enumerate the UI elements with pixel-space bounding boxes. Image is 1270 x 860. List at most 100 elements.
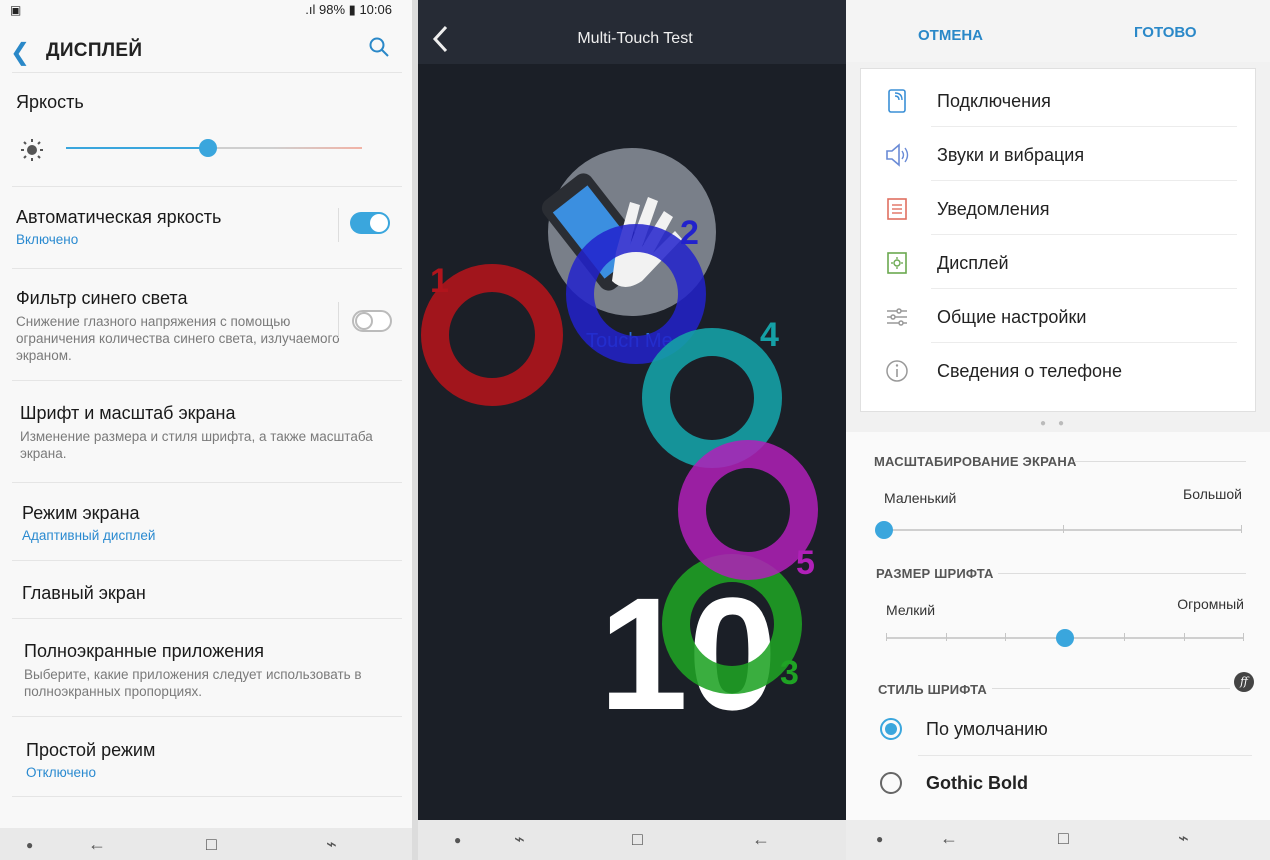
menu-item-label: Сведения о телефоне	[937, 361, 1122, 381]
font-size-thumb[interactable]	[1056, 629, 1074, 647]
font-settings-screen: ОТМЕНА ГОТОВО Подключения Звуки и вибрац…	[846, 0, 1270, 860]
brightness-icon	[20, 138, 44, 167]
touch-label: 1	[430, 262, 449, 300]
blue-light-filter-toggle[interactable]	[352, 310, 392, 332]
fullscreen-apps-title: Полноэкранные приложения	[24, 641, 265, 661]
back-nav-icon[interactable]: ←	[940, 828, 958, 849]
font-size-tick	[1184, 633, 1185, 641]
brightness-thumb[interactable]	[199, 139, 218, 157]
back-nav-icon[interactable]: ←	[88, 834, 106, 855]
menu-item-label: Звуки и вибрация	[937, 145, 1085, 165]
done-button[interactable]: ГОТОВО	[1134, 24, 1197, 41]
radio-button-unselected[interactable]	[880, 772, 902, 794]
fullscreen-apps-item[interactable]: Полноэкранные приложения Выберите, какие…	[24, 641, 398, 700]
battery-icon: ▮	[348, 2, 356, 17]
font-and-zoom-subtitle: Изменение размера и стиля шрифта, а такж…	[20, 429, 373, 461]
menu-item-notifications[interactable]: Уведомления	[861, 181, 1255, 235]
divider	[12, 186, 402, 187]
home-nav-icon[interactable]: □	[206, 834, 217, 855]
font-size-slider[interactable]	[886, 628, 1244, 648]
page-title: ДИСПЛЕЙ	[46, 40, 143, 61]
zoom-thumb[interactable]	[875, 521, 893, 539]
radio-dot	[885, 723, 897, 735]
font-size-section-header: РАЗМЕР ШРИФТА	[876, 566, 994, 581]
toggle-knob	[370, 214, 388, 232]
font-style-section-header: СТИЛЬ ШРИФТА	[878, 682, 988, 697]
auto-brightness-title: Автоматическая яркость	[16, 207, 222, 227]
touch-point-5: 5	[678, 440, 818, 582]
info-icon	[886, 360, 908, 382]
zoom-slider[interactable]	[875, 520, 1242, 540]
easy-mode-item[interactable]: Простой режим Отключено	[26, 740, 390, 780]
divider	[12, 560, 402, 561]
radio-button-selected[interactable]	[880, 718, 902, 740]
nav-dot-icon[interactable]: ●	[876, 832, 883, 846]
toggle-knob	[355, 312, 373, 330]
nav-dot-icon[interactable]: ●	[26, 838, 33, 852]
action-bar: ОТМЕНА ГОТОВО	[846, 0, 1270, 62]
back-button[interactable]: ❮	[10, 38, 30, 67]
divider	[998, 573, 1246, 574]
menu-item-label: Подключения	[937, 91, 1051, 111]
divider	[1074, 461, 1246, 462]
download-fonts-icon[interactable]: ff	[1234, 672, 1254, 692]
touch-label: 2	[680, 214, 699, 252]
blue-light-filter-item[interactable]: Фильтр синего света Снижение глазного на…	[16, 288, 340, 364]
menu-item-label: Дисплей	[937, 253, 1009, 273]
font-size-max-label: Огромный	[1177, 596, 1244, 612]
font-size-tick	[886, 633, 887, 641]
page-indicator: ●●	[1039, 418, 1077, 429]
touch-label: 5	[796, 544, 815, 582]
brightness-label: Яркость	[16, 92, 84, 112]
home-nav-icon[interactable]: □	[1058, 828, 1069, 849]
screen-mode-item[interactable]: Режим экрана Адаптивный дисплей	[22, 503, 390, 543]
recents-nav-icon[interactable]: ⌁	[326, 834, 337, 855]
touch-label: 3	[780, 654, 799, 692]
divider	[12, 482, 402, 483]
search-icon[interactable]	[368, 36, 390, 63]
menu-item-display[interactable]: Дисплей	[861, 235, 1255, 289]
touch-canvas[interactable]: Touch Me 10 1 2 3 4 5	[418, 64, 852, 824]
signal-icon: .ıl	[305, 2, 316, 17]
home-screen-item[interactable]: Главный экран	[22, 583, 390, 604]
zoom-tick	[1063, 525, 1064, 533]
cancel-button[interactable]: ОТМЕНА	[918, 27, 983, 44]
app-bar: Multi-Touch Test	[418, 0, 852, 64]
connections-icon	[888, 89, 906, 113]
divider	[12, 618, 402, 619]
screen-mode-title: Режим экрана	[22, 503, 140, 523]
menu-item-general[interactable]: Общие настройки	[861, 289, 1255, 343]
font-size-min-label: Мелкий	[886, 602, 936, 618]
divider	[12, 716, 402, 717]
auto-brightness-toggle[interactable]	[350, 212, 390, 234]
divider	[12, 380, 402, 381]
easy-mode-status: Отключено	[26, 765, 96, 780]
menu-item-about-phone[interactable]: Сведения о телефоне	[861, 343, 1255, 397]
font-and-zoom-item[interactable]: Шрифт и масштаб экрана Изменение размера…	[20, 403, 390, 462]
nav-dot-icon[interactable]: ●	[454, 833, 461, 847]
back-nav-icon[interactable]: ←	[752, 829, 770, 850]
touch-ring	[678, 440, 818, 580]
display-settings-screen: ▣ .ıl 98% ▮ 10:06 ❮ ДИСПЛЕЙ Яркость Авто…	[0, 0, 412, 860]
clock: 10:06	[359, 2, 392, 17]
recents-nav-icon[interactable]: ⌁	[1178, 828, 1189, 849]
screen-mode-status: Адаптивный дисплей	[22, 528, 156, 543]
divider	[338, 208, 339, 242]
menu-item-sounds[interactable]: Звуки и вибрация	[861, 127, 1255, 181]
font-option-default[interactable]: По умолчанию	[846, 702, 1270, 756]
recents-nav-icon[interactable]: ⌁	[514, 829, 525, 850]
font-size-tick	[946, 633, 947, 641]
divider	[12, 796, 402, 797]
font-option-label: Gothic Bold	[926, 773, 1028, 793]
home-nav-icon[interactable]: □	[632, 829, 643, 850]
brightness-slider[interactable]	[66, 139, 362, 157]
font-size-tick	[1243, 633, 1244, 641]
menu-item-connections[interactable]: Подключения	[861, 73, 1255, 127]
font-option-gothic-bold[interactable]: Gothic Bold	[846, 756, 1270, 810]
blue-light-filter-subtitle: Снижение глазного напряжения с помощью о…	[16, 314, 340, 363]
auto-brightness-item[interactable]: Автоматическая яркость Включено	[16, 207, 390, 247]
touch-ring	[642, 328, 782, 468]
display-icon	[887, 252, 907, 274]
easy-mode-title: Простой режим	[26, 740, 156, 760]
font-size-tick	[1005, 633, 1006, 641]
